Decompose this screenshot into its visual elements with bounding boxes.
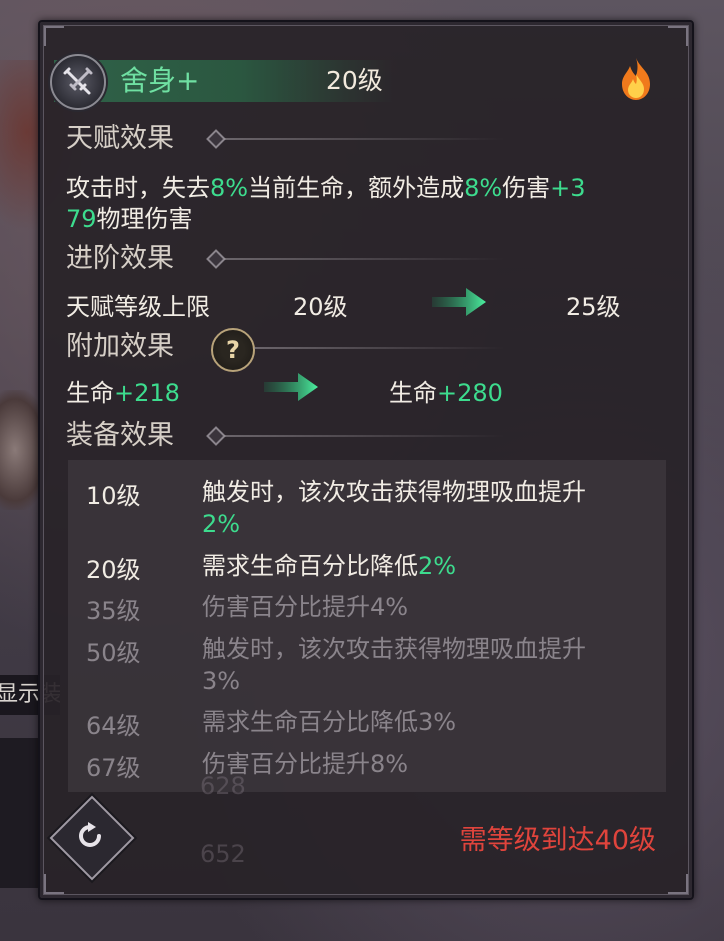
talent-effect-line-2: 79物理伤害: [66, 205, 193, 233]
arrow-right-icon: [432, 288, 486, 316]
background-stat-value: 628: [200, 772, 246, 800]
panel-corner-ornament: [668, 874, 688, 894]
equipment-effect-level: 10级: [86, 482, 141, 510]
fire-icon: [616, 56, 656, 102]
equipment-effect-desc: 需求生命百分比降低3%: [202, 708, 457, 736]
equipment-effect-desc: 触发时，该次攻击获得物理吸血提升 2%: [202, 478, 586, 538]
skill-level: 20级: [326, 66, 383, 95]
panel-corner-ornament: [44, 874, 64, 894]
refresh-icon[interactable]: [60, 806, 120, 866]
panel-corner-ornament: [668, 26, 688, 46]
equipment-effect-list: 10级 触发时，该次攻击获得物理吸血提升 2% 20级 需求生命百分比降低2% 3…: [68, 460, 666, 792]
equipment-effect-level: 67级: [86, 754, 141, 782]
equipment-effect-desc: 需求生命百分比降低2%: [202, 552, 457, 580]
talent-level-cap-label: 天赋等级上限: [66, 293, 210, 321]
equipment-effect-level: 50级: [86, 639, 141, 667]
equipment-effect-level: 64级: [86, 712, 141, 740]
arrow-right-icon: [264, 373, 318, 401]
equipment-effect-desc: 伤害百分比提升4%: [202, 593, 409, 621]
additional-effect-title: 附加效果: [66, 331, 174, 362]
background-side-strip: [0, 738, 40, 888]
panel-corner-ornament: [44, 26, 64, 46]
equipment-effect-level: 35级: [86, 597, 141, 625]
talent-effect-title: 天赋效果: [66, 123, 174, 154]
hp-bonus-next: 生命+280: [389, 379, 503, 407]
section-divider: [224, 435, 504, 437]
equipment-effect-desc: 伤害百分比提升8%: [202, 750, 409, 778]
talent-level-cap-from: 20级: [293, 293, 348, 321]
help-icon[interactable]: ?: [211, 328, 255, 372]
skill-name: 舍身+: [120, 64, 200, 97]
section-divider: [224, 138, 504, 140]
equipment-effect-level: 20级: [86, 556, 141, 584]
talent-effect-line-1: 攻击时，失去8%当前生命，额外造成8%伤害+3: [66, 174, 586, 202]
background-stat-value: 652: [200, 840, 246, 868]
hp-bonus-current: 生命+218: [66, 379, 180, 407]
level-requirement-text: 需等级到达40级: [459, 825, 656, 856]
section-divider: [224, 258, 504, 260]
equipment-effect-title: 装备效果: [66, 420, 174, 451]
crossed-sword-icon: [50, 54, 106, 110]
talent-level-cap-to: 25级: [566, 293, 621, 321]
section-divider: [254, 347, 504, 349]
equipment-effect-desc: 触发时，该次攻击获得物理吸血提升 3%: [202, 635, 586, 695]
advance-effect-title: 进阶效果: [66, 243, 174, 274]
